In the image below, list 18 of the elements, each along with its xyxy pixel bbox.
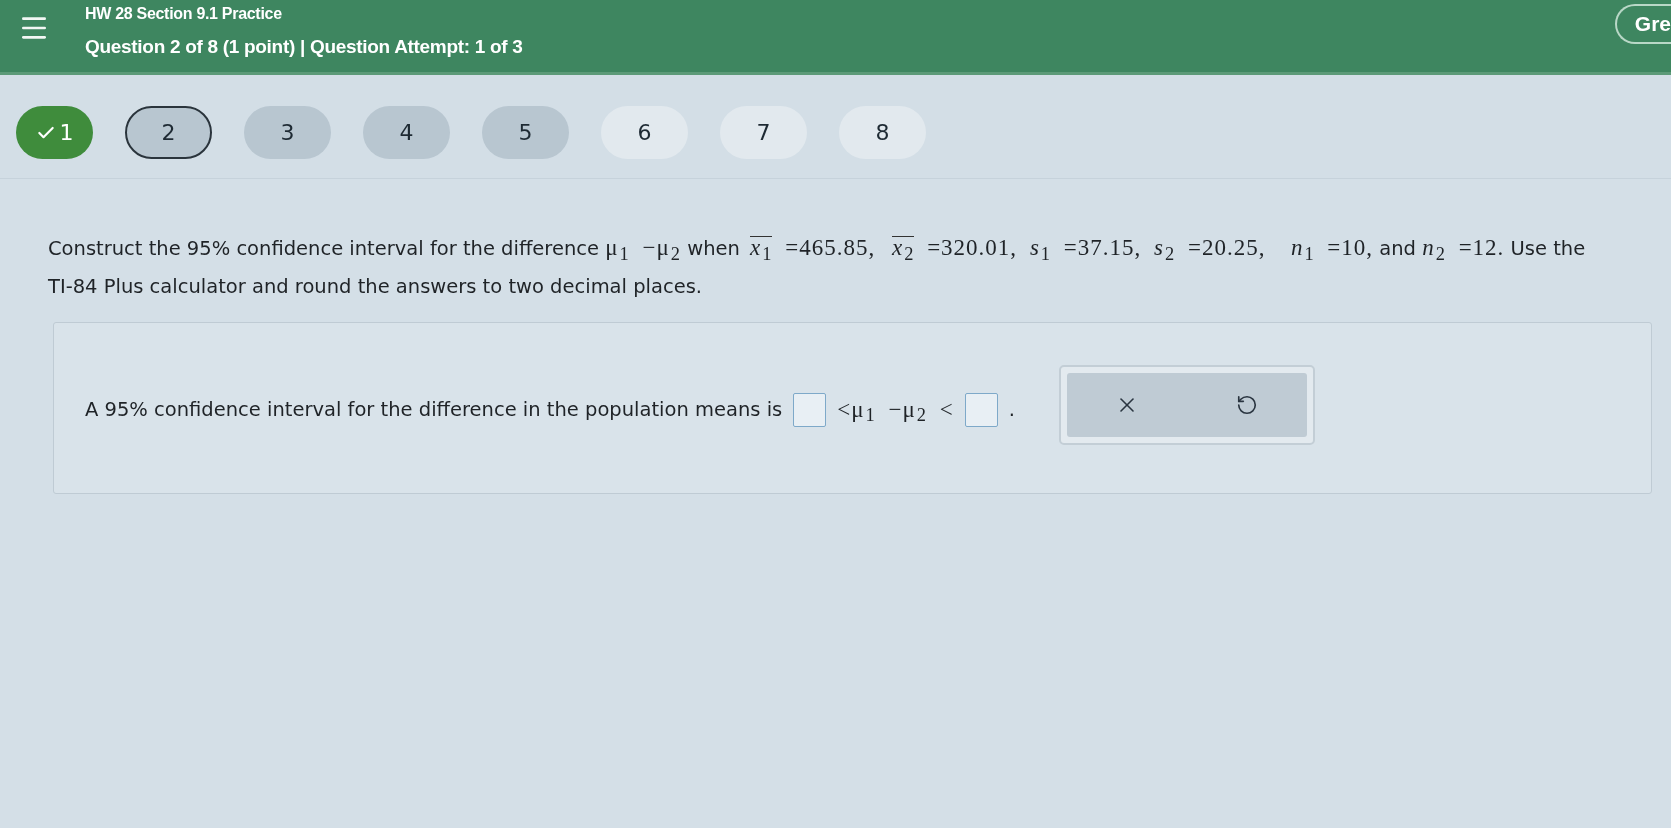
question-text: Construct the 95% confidence interval for the difference μ$_{1}$ −μ$_{2}$ when x$_{1}$ =465.85, x$_{2}$ =320.01, s$_{1}$ =37.15, s$_{2}$ =20.25, n$_{1}$ =10, and n$_{2}$ =12. Use the TI-84 Plus calculator and round the answers to two decimal places. <box>48 234 1587 300</box>
question-number-button[interactable]: 6 <box>601 106 688 159</box>
question-number-button[interactable]: 2 <box>125 106 212 159</box>
answer-prompt-text: . <box>1008 397 1015 424</box>
answer-field[interactable] <box>964 393 998 427</box>
question-number-button[interactable]: 8 <box>839 106 926 159</box>
inequality-text: <μ$_{1}$ −μ$_{2}$ < <box>837 395 954 428</box>
question-progress-text: Question 2 of 8 (1 point) | Question Attempt: 1 of 3 <box>85 35 523 59</box>
question-number-button[interactable]: 5 <box>482 106 569 159</box>
question-number-button[interactable]: 1 <box>16 106 93 159</box>
answer-field[interactable] <box>793 393 827 427</box>
undo-icon <box>1235 394 1258 416</box>
answer-prompt-text: A 95% confidence interval for the difference in the population means is <box>85 397 783 424</box>
assignment-title: HW 28 Section 9.1 Practice <box>85 4 283 24</box>
question-number-button[interactable]: 4 <box>363 106 450 159</box>
header-action-button[interactable]: Gre <box>1614 4 1671 44</box>
question-number-button[interactable]: 7 <box>720 106 807 159</box>
question-number-button[interactable]: 3 <box>244 106 331 159</box>
